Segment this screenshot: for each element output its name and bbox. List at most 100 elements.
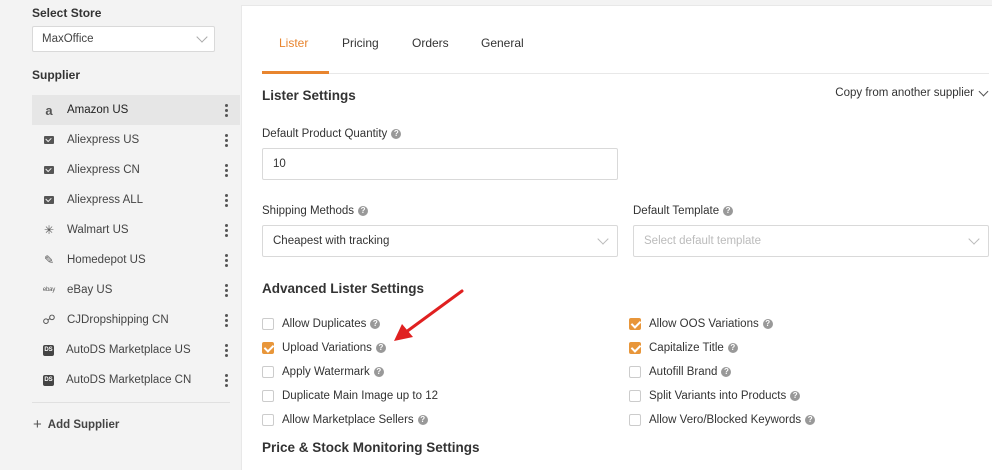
help-icon[interactable]: ? (373, 367, 384, 377)
more-options-icon[interactable] (225, 314, 228, 329)
checkbox-box[interactable] (629, 342, 641, 354)
allow-marketplace-sellers-checkbox[interactable]: Allow Marketplace Sellers ? (262, 414, 428, 426)
more-options-icon[interactable] (225, 284, 228, 299)
autofill-brand-checkbox[interactable]: Autofill Brand ? (629, 366, 732, 378)
add-supplier-label: Add Supplier (47, 418, 120, 431)
default-qty-label: Default Product Quantity ? (262, 128, 402, 140)
default-qty-label-text: Default Product Quantity (262, 128, 388, 140)
split-variants-checkbox[interactable]: Split Variants into Products ? (629, 390, 801, 402)
help-icon[interactable]: ? (375, 343, 386, 353)
red-arrow-annotation-icon (394, 289, 464, 341)
copy-from-supplier-label: Copy from another supplier (835, 87, 974, 99)
checkbox-box[interactable] (629, 390, 641, 402)
default-template-label-text: Default Template (633, 205, 720, 217)
more-options-icon[interactable] (225, 164, 228, 179)
checkbox-label: Split Variants into Products (649, 390, 787, 402)
plus-icon: + (33, 416, 42, 433)
supplier-item-autods-cn[interactable]: DS AutoDS Marketplace CN (32, 365, 240, 395)
more-options-icon[interactable] (225, 254, 228, 269)
supplier-item-walmart-us[interactable]: ✳ Walmart US (32, 215, 240, 245)
allow-oos-variations-checkbox[interactable]: Allow OOS Variations ? (629, 318, 773, 330)
price-stock-monitoring-title: Price & Stock Monitoring Settings (262, 440, 480, 455)
supplier-label: Supplier (32, 68, 81, 82)
checkbox-box[interactable] (262, 414, 274, 426)
more-options-icon[interactable] (225, 224, 228, 239)
checkbox-box[interactable] (629, 414, 641, 426)
help-icon[interactable]: ? (790, 391, 801, 401)
tab-lister[interactable]: Lister (279, 36, 308, 50)
duplicate-main-image-checkbox[interactable]: Duplicate Main Image up to 12 (262, 390, 438, 402)
more-options-icon[interactable] (225, 344, 228, 359)
supplier-label: Aliexpress ALL (67, 194, 144, 206)
active-tab-indicator (262, 71, 329, 74)
help-icon[interactable]: ? (358, 206, 369, 216)
supplier-label: CJDropshipping CN (67, 314, 169, 326)
checkbox-label: Upload Variations (282, 342, 372, 354)
default-template-placeholder: Select default template (644, 235, 761, 247)
tab-orders[interactable]: Orders (412, 36, 449, 50)
tab-general[interactable]: General (481, 36, 524, 50)
checkbox-box[interactable] (262, 390, 274, 402)
autods-icon: DS (43, 344, 54, 356)
checkbox-box[interactable] (629, 366, 641, 378)
select-store-label: Select Store (32, 6, 102, 20)
default-template-select[interactable]: Select default template (633, 225, 989, 257)
copy-from-supplier-dropdown[interactable]: Copy from another supplier (835, 86, 989, 99)
checkbox-box[interactable] (262, 342, 274, 354)
supplier-item-aliexpress-all[interactable]: Aliexpress ALL (32, 185, 240, 215)
capitalize-title-checkbox[interactable]: Capitalize Title ? (629, 342, 738, 354)
apply-watermark-checkbox[interactable]: Apply Watermark ? (262, 366, 384, 378)
shipping-methods-label: Shipping Methods ? (262, 205, 369, 217)
tab-pricing[interactable]: Pricing (342, 36, 379, 50)
shipping-methods-select[interactable]: Cheapest with tracking (262, 225, 618, 257)
checkbox-label: Apply Watermark (282, 366, 370, 378)
chevron-down-icon (968, 233, 980, 245)
supplier-item-cjdropshipping-cn[interactable]: ☍ CJDropshipping CN (32, 305, 240, 335)
lister-settings-title: Lister Settings (262, 88, 356, 103)
supplier-item-homedepot-us[interactable]: ✎ Homedepot US (32, 245, 240, 275)
checkbox-box[interactable] (262, 366, 274, 378)
homedepot-icon: ✎ (43, 253, 55, 267)
walmart-icon: ✳ (43, 223, 55, 237)
more-options-icon[interactable] (225, 194, 228, 209)
checkbox-box[interactable] (262, 318, 274, 330)
divider (32, 402, 230, 403)
aliexpress-icon (44, 196, 54, 204)
shipping-methods-value: Cheapest with tracking (273, 235, 390, 247)
add-supplier-button[interactable]: + Add Supplier (33, 416, 119, 433)
ebay-icon: ebay (42, 287, 56, 293)
supplier-label: Aliexpress US (67, 134, 140, 146)
checkbox-label: Allow Duplicates (282, 318, 367, 330)
more-options-icon[interactable] (225, 374, 228, 389)
supplier-label: Amazon US (67, 104, 129, 116)
supplier-item-autods-us[interactable]: DS AutoDS Marketplace US (32, 335, 240, 365)
help-icon[interactable]: ? (721, 367, 732, 377)
settings-panel: Lister Pricing Orders General Lister Set… (241, 5, 992, 470)
supplier-item-aliexpress-us[interactable]: Aliexpress US (32, 125, 240, 155)
checkbox-label: Allow OOS Variations (649, 318, 759, 330)
more-options-icon[interactable] (225, 104, 228, 119)
default-qty-input[interactable]: 10 (262, 148, 618, 180)
help-icon[interactable]: ? (762, 319, 773, 329)
aliexpress-icon (44, 166, 54, 174)
supplier-item-amazon-us[interactable]: a Amazon US (32, 95, 240, 125)
upload-variations-checkbox[interactable]: Upload Variations ? (262, 342, 386, 354)
allow-vero-keywords-checkbox[interactable]: Allow Vero/Blocked Keywords ? (629, 414, 816, 426)
supplier-label: Homedepot US (67, 254, 146, 266)
checkbox-box[interactable] (629, 318, 641, 330)
checkbox-label: Allow Marketplace Sellers (282, 414, 414, 426)
help-icon[interactable]: ? (391, 129, 402, 139)
checkbox-label: Capitalize Title (649, 342, 724, 354)
supplier-item-aliexpress-cn[interactable]: Aliexpress CN (32, 155, 240, 185)
help-icon[interactable]: ? (727, 343, 738, 353)
help-icon[interactable]: ? (370, 319, 381, 329)
more-options-icon[interactable] (225, 134, 228, 149)
supplier-item-ebay-us[interactable]: ebay eBay US (32, 275, 240, 305)
store-select-value: MaxOffice (42, 33, 94, 45)
supplier-label: Walmart US (67, 224, 129, 236)
store-select[interactable]: MaxOffice (32, 26, 215, 52)
help-icon[interactable]: ? (723, 206, 734, 216)
allow-duplicates-checkbox[interactable]: Allow Duplicates ? (262, 318, 381, 330)
help-icon[interactable]: ? (417, 415, 428, 425)
help-icon[interactable]: ? (805, 415, 816, 425)
